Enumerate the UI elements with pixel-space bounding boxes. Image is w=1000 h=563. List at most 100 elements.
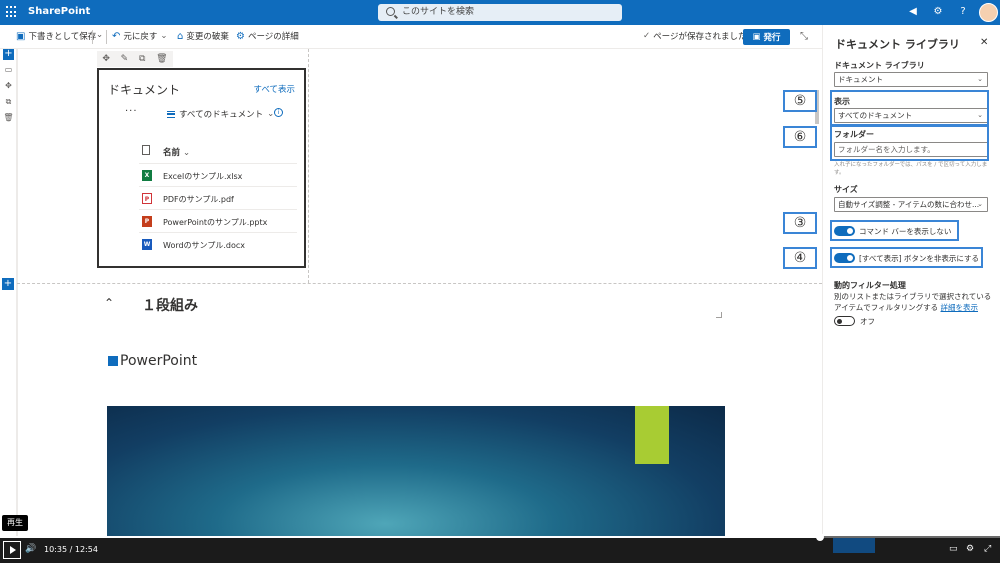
file-row[interactable]: W Wordのサンプル.docx: [139, 233, 297, 256]
captions-icon[interactable]: ▭: [949, 544, 958, 554]
library-dropdown[interactable]: ドキュメント ⌄: [834, 72, 988, 87]
help-icon[interactable]: ?: [957, 6, 969, 18]
see-all-link[interactable]: すべて表示: [253, 83, 295, 95]
time-separator: /: [69, 545, 73, 554]
dynamic-filter-text-2: アイテムでフィルタリングする 詳細を表示: [834, 303, 979, 312]
duplicate-icon[interactable]: ⧉: [139, 54, 145, 64]
play-icon[interactable]: [3, 541, 21, 559]
move-icon[interactable]: ✥: [102, 54, 110, 64]
heading-text: PowerPoint: [120, 353, 198, 369]
total-time: 12:54: [74, 545, 98, 554]
size-value: 自動サイズ調整 - アイテムの数に合わせ...: [838, 200, 980, 209]
dynamic-filter-state: オフ: [860, 317, 875, 326]
gear-icon: ⚙: [236, 30, 245, 42]
close-icon[interactable]: ✕: [980, 37, 988, 48]
file-type-icon: [142, 145, 150, 155]
dynamic-filter-text: 別のリストまたはライブラリで選択されている: [834, 292, 992, 301]
chevron-up-icon[interactable]: ⌃: [104, 296, 114, 310]
add-webpart-icon[interactable]: +: [3, 49, 14, 60]
info-icon[interactable]: i: [274, 108, 283, 117]
annotation-6: ⑥: [783, 126, 817, 148]
powerpoint-icon: P: [142, 216, 152, 227]
webpart-toolbar: ✥ ✎ ⧉ 🗑: [97, 51, 173, 67]
discard-button[interactable]: ⌂ 変更の破棄: [177, 30, 229, 43]
delete-icon[interactable]: 🗑: [3, 113, 14, 124]
fullscreen-icon[interactable]: ⤢: [984, 544, 991, 554]
file-row[interactable]: P PDFのサンプル.pdf: [139, 187, 297, 210]
saved-status-label: ページが保存されました: [653, 32, 747, 42]
search-icon: [386, 7, 395, 16]
video-progress-handle[interactable]: [816, 533, 824, 541]
collapse-icon[interactable]: ⤡: [797, 31, 811, 43]
file-row[interactable]: P PowerPointのサンプル.pptx: [139, 210, 297, 233]
delete-icon[interactable]: 🗑: [156, 54, 167, 64]
app-name[interactable]: SharePoint: [28, 6, 90, 17]
library-label: ドキュメント ライブラリ: [834, 61, 925, 70]
publish-button[interactable]: ▣ 発行: [743, 29, 790, 45]
library-value: ドキュメント: [838, 75, 883, 84]
add-section-icon[interactable]: +: [2, 278, 14, 290]
file-name[interactable]: Excelのサンプル.xlsx: [163, 171, 242, 182]
column-guide: [308, 49, 309, 283]
view-selector[interactable]: すべてのドキュメント ⌄: [167, 108, 274, 120]
waffle-icon[interactable]: [6, 6, 18, 18]
column-name: 名前 ⌄: [163, 148, 191, 158]
save-draft-label: 下書きとして保存: [28, 32, 97, 42]
canvas-edge: [17, 49, 18, 537]
file-name[interactable]: PowerPointのサンプル.pptx: [163, 217, 267, 228]
move-icon[interactable]: ✥: [3, 81, 14, 92]
resize-handle-icon[interactable]: [716, 312, 722, 318]
details-link[interactable]: 詳細を表示: [941, 303, 979, 312]
page-details-button[interactable]: ⚙ ページの詳細: [236, 30, 299, 43]
avatar[interactable]: [979, 3, 998, 22]
dynamic-filter-toggle[interactable]: [834, 316, 855, 326]
size-label: サイズ: [834, 185, 858, 194]
document-library-webpart[interactable]: ドキュメント すべて表示 ··· すべてのドキュメント ⌄ i 名前 ⌄ X E…: [97, 68, 306, 268]
size-dropdown[interactable]: 自動サイズ調整 - アイテムの数に合わせ... ⌄: [834, 197, 988, 212]
play-tooltip: 再生: [2, 515, 28, 531]
undo-label: 元に戻す: [123, 32, 158, 42]
hero-image: [107, 406, 725, 537]
more-icon[interactable]: ···: [125, 106, 138, 117]
edit-icon[interactable]: ✎: [121, 54, 129, 64]
file-name[interactable]: Wordのサンプル.docx: [163, 240, 245, 251]
video-time: 10:35 / 12:54: [44, 545, 98, 554]
dynamic-filter-label: 動的フィルター処理: [834, 281, 906, 290]
file-row[interactable]: X Excelのサンプル.xlsx: [139, 164, 297, 187]
settings-icon[interactable]: ⚙: [966, 544, 974, 554]
publish-label: 発行: [763, 33, 781, 43]
file-name[interactable]: PDFのサンプル.pdf: [163, 194, 234, 205]
save-draft-button[interactable]: ▣ 下書きとして保存: [16, 30, 97, 43]
checkmark-icon: ✓: [643, 31, 651, 41]
section-divider: [17, 283, 822, 284]
search-box[interactable]: このサイトを検索: [378, 4, 622, 21]
chevron-down-icon: ⌄: [977, 200, 983, 208]
gear-icon[interactable]: ⚙: [932, 6, 944, 18]
word-icon: W: [142, 239, 152, 250]
video-progress-fill: [0, 536, 820, 538]
section-icon[interactable]: ▭: [3, 65, 14, 76]
list-view-icon: [167, 110, 175, 118]
saved-status: ✓ ページが保存されました: [643, 30, 746, 42]
suite-bar: SharePoint このサイトを検索 ◀ ⚙ ?: [0, 0, 1000, 25]
save-icon: ▣: [16, 30, 26, 42]
undo-chevron-icon: ⌄: [160, 31, 168, 41]
apply-button[interactable]: [833, 538, 875, 553]
chevron-down-icon: ⌄: [977, 75, 983, 83]
search-placeholder: このサイトを検索: [402, 7, 475, 17]
undo-button[interactable]: ↶ 元に戻す ⌄: [112, 30, 168, 43]
annotation-5: ⑤: [783, 90, 817, 112]
save-options-chevron-icon[interactable]: ⌄: [96, 30, 103, 40]
volume-icon[interactable]: 🔊: [25, 544, 36, 554]
annotation-box-seeall: [830, 247, 983, 268]
view-label: すべてのドキュメント: [179, 110, 264, 120]
annotation-box-commandbar: [830, 220, 959, 241]
left-rail: + ▭ ✥ ⧉ 🗑: [0, 49, 17, 537]
discard-icon: ⌂: [177, 30, 184, 42]
column-header[interactable]: 名前 ⌄: [139, 140, 297, 164]
duplicate-icon[interactable]: ⧉: [3, 97, 14, 108]
doclib-title: ドキュメント: [108, 83, 181, 97]
megaphone-icon[interactable]: ◀: [907, 6, 919, 18]
pdf-icon: P: [142, 193, 152, 204]
folder-hint: 入れ子になったフォルダーでは、パスを / で区切って入力します。: [834, 162, 988, 176]
